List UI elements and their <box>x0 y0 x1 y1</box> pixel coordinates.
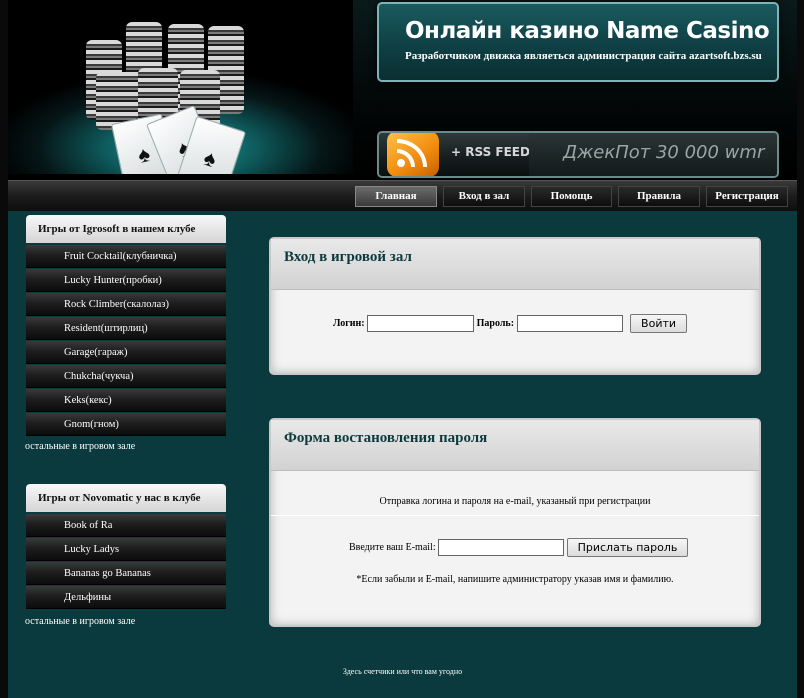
sidebar-novomatic-list: Book of Ra Lucky Ladys Bananas go Banana… <box>26 514 226 610</box>
sidebar-igrosoft-title: Игры от Igrosoft в нашем клубе <box>26 215 226 243</box>
login-submit-button[interactable]: Войти <box>630 314 688 333</box>
recovery-panel-title: Форма востановления пароля <box>284 430 488 446</box>
header: ♠ ♠ ♠ Онлайн казино Name Casino Разработ… <box>8 0 797 180</box>
login-input[interactable] <box>367 315 475 332</box>
site-title-box: Онлайн казино Name Casino Разработчиком … <box>377 2 779 82</box>
main-nav: Главная Вход в зал Помощь Правила Регист… <box>8 180 797 211</box>
card-suit-icon: ♠ <box>200 144 220 173</box>
main-content: Игры от Igrosoft в нашем клубе Fruit Coc… <box>8 211 797 698</box>
sidebar-igrosoft-list: Fruit Cocktail(клубничка) Lucky Hunter(п… <box>26 245 226 437</box>
sidebar-item-game[interactable]: Fruit Cocktail(клубничка) <box>26 245 226 268</box>
site-subtitle: Разработчиком движка являеться администр… <box>405 50 762 62</box>
site-title: Онлайн казино Name Casino <box>405 18 770 44</box>
recovery-note: *Если забыли и E-mail, напишите админист… <box>356 574 674 585</box>
password-label: Пароль: <box>476 317 515 329</box>
password-input[interactable] <box>516 315 623 332</box>
password-recovery-panel: Форма востановления пароля Отправка логи… <box>269 418 761 627</box>
sidebar-item-game[interactable]: Gnom(гном) <box>26 413 226 436</box>
sidebar-novomatic-title: Игры от Novomatic у нас в клубе <box>26 484 226 512</box>
email-input[interactable] <box>438 539 565 556</box>
nav-register[interactable]: Регистрация <box>706 186 788 207</box>
recovery-form: Введите ваш E-mail: Прислать пароль <box>349 538 689 557</box>
jackpot-banner: ДжекПот 30 000 wmr <box>529 133 777 176</box>
footer-counters: Здесь счетчики или что вам угодно <box>342 667 463 676</box>
sidebar-item-game[interactable]: Bananas go Bananas <box>26 562 226 585</box>
sidebar-item-game[interactable]: Chukcha(чукча) <box>26 365 226 388</box>
nav-home[interactable]: Главная <box>355 186 437 207</box>
sidebar-novomatic-more[interactable]: остальные в игровом зале <box>25 616 135 627</box>
rss-icon[interactable] <box>387 133 439 176</box>
rss-banner[interactable]: + RSS FEED ДжекПот 30 000 wmr <box>377 131 779 178</box>
nav-enter-hall[interactable]: Вход в зал <box>443 186 525 207</box>
sidebar-item-game[interactable]: Resident(штирлиц) <box>26 317 226 340</box>
sidebar-item-game[interactable]: Lucky Ladys <box>26 538 226 561</box>
login-panel: Вход в игровой зал Логин: Пароль: Войти <box>269 237 761 375</box>
sidebar-item-game[interactable]: Lucky Hunter(пробки) <box>26 269 226 292</box>
sidebar-item-game[interactable]: Rock Climber(скалолаз) <box>26 293 226 316</box>
sidebar-item-game[interactable]: Book of Ra <box>26 514 226 537</box>
email-label: Введите ваш E-mail: <box>349 541 436 553</box>
login-panel-title: Вход в игровой зал <box>284 249 412 265</box>
send-password-button[interactable]: Прислать пароль <box>566 538 689 557</box>
rss-feed-link[interactable]: + RSS FEED <box>451 145 530 159</box>
recovery-panel-header: Форма востановления пароля <box>271 420 759 471</box>
sidebar-item-game[interactable]: Garage(гараж) <box>26 341 226 364</box>
jackpot-text: ДжекПот 30 000 wmr <box>563 142 765 163</box>
card-suit-icon: ♠ <box>135 141 153 168</box>
login-form: Логин: Пароль: Войти <box>333 314 688 333</box>
sidebar-item-game[interactable]: Дельфины <box>26 586 226 609</box>
hero-chips-image: ♠ ♠ ♠ <box>8 0 353 174</box>
rss-dot-icon <box>397 159 405 167</box>
sidebar-igrosoft-more[interactable]: остальные в игровом зале <box>25 441 135 452</box>
nav-help[interactable]: Помощь <box>531 186 612 207</box>
sidebar-item-game[interactable]: Keks(кекс) <box>26 389 226 412</box>
login-panel-header: Вход в игровой зал <box>271 239 759 290</box>
divider <box>271 515 759 516</box>
nav-rules[interactable]: Правила <box>618 186 700 207</box>
recovery-info: Отправка логина и пароля на e-mail, указ… <box>379 496 651 507</box>
login-label: Логин: <box>333 317 365 329</box>
page: ♠ ♠ ♠ Онлайн казино Name Casino Разработ… <box>8 0 797 698</box>
